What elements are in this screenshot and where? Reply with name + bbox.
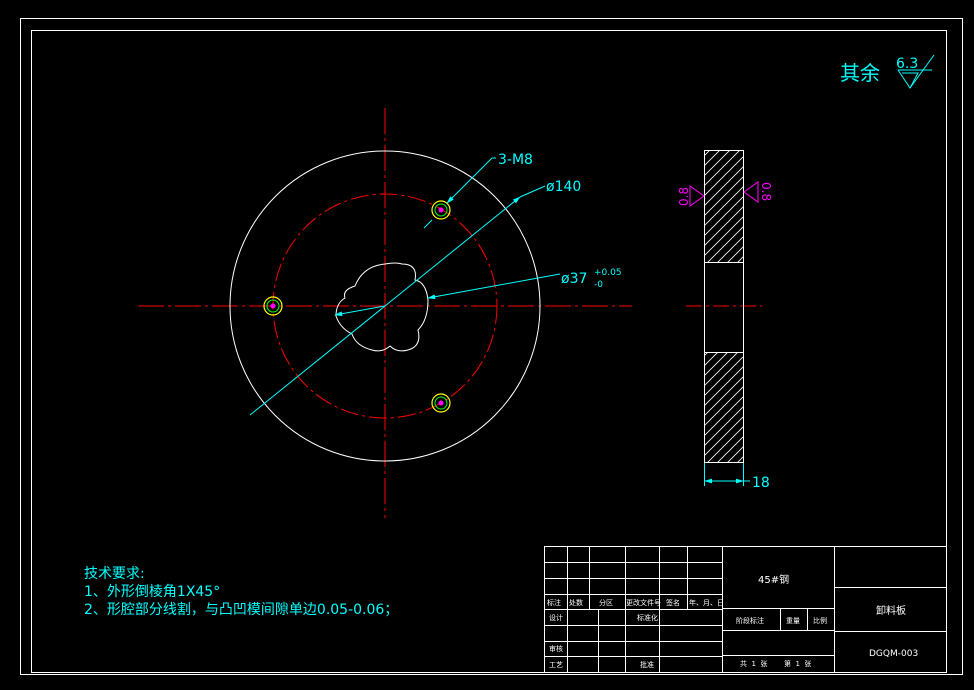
- surface-finish-symbol: 其余 6.3: [840, 54, 935, 89]
- roughness-left-icon: [689, 185, 705, 207]
- roughness-right-icon: [743, 181, 759, 203]
- pitch-diameter-shelf: [519, 185, 546, 198]
- technical-notes: 技术要求: 1、外形倒棱角1X45° 2、形腔部分线割，与凸凹模间隙单边0.05…: [84, 566, 398, 618]
- hole-top: [431, 200, 451, 220]
- tb-signature: 签名: [666, 598, 680, 607]
- tb-approve: 批准: [640, 660, 654, 669]
- side-section-bottom: [704, 352, 744, 463]
- tb-stage-mark: 阶段标注: [736, 616, 764, 625]
- notes-title: 技术要求:: [84, 566, 145, 582]
- tb-count: 处数: [569, 598, 583, 607]
- holes-leader-tail: [423, 219, 433, 229]
- bore-leader: [427, 273, 561, 300]
- tb-mark: 标注: [547, 598, 561, 607]
- tb-scale: 比例: [813, 616, 827, 625]
- bore-leader-2: [334, 305, 386, 317]
- thickness-text: 18: [752, 475, 770, 491]
- holes-dim-text: 3-M8: [498, 152, 533, 168]
- notes-line-1: 1、外形倒棱角1X45°: [84, 584, 220, 600]
- roughness-left-text: 0.8: [677, 187, 691, 206]
- tb-process: 工艺: [549, 661, 563, 669]
- roughness-right-text: 0.8: [759, 182, 773, 201]
- hole-bottom: [431, 393, 451, 413]
- holes-leader: [446, 157, 493, 204]
- bore-tol-upper: +0.05: [594, 268, 622, 278]
- side-view: 0.8 0.8 18: [677, 150, 773, 491]
- tb-date: 年、月、日: [689, 598, 724, 607]
- pitch-diameter-text: ø140: [546, 179, 581, 195]
- tb-review: 审核: [549, 644, 563, 653]
- tb-weight: 重量: [786, 617, 800, 625]
- side-section-top: [704, 150, 744, 263]
- hole-left: [263, 296, 283, 316]
- bore-dim-text: ø37: [561, 271, 587, 287]
- outer-frame: [20, 18, 963, 675]
- notes-line-2: 2、形腔部分线割，与凸凹模间隙单边0.05-0.06；: [84, 601, 398, 618]
- tb-drawing-no: DGQM-003: [869, 649, 918, 659]
- tb-standardize: 标准化: [637, 613, 658, 622]
- tb-zone: 分区: [599, 598, 613, 607]
- cad-drawing: 其余 6.3 3-M8 ø140 ø37 +0.05 -0 0.8 0.8 18…: [20, 18, 963, 675]
- tb-change-doc: 更改文件号: [626, 598, 661, 607]
- surface-finish-label: 其余: [840, 61, 880, 85]
- tb-material: 45#钢: [758, 573, 789, 586]
- front-view: 3-M8 ø140 ø37 +0.05 -0: [138, 108, 632, 518]
- tb-design: 设计: [549, 613, 563, 622]
- tb-sheet-no: 第 1 张: [784, 659, 811, 668]
- tb-part-name: 卸料板: [876, 604, 906, 617]
- tb-total-sheets: 共 1 张: [740, 659, 767, 668]
- inner-frame: [31, 30, 947, 673]
- side-section-middle: [704, 262, 744, 353]
- bore-tol-lower: -0: [594, 280, 603, 290]
